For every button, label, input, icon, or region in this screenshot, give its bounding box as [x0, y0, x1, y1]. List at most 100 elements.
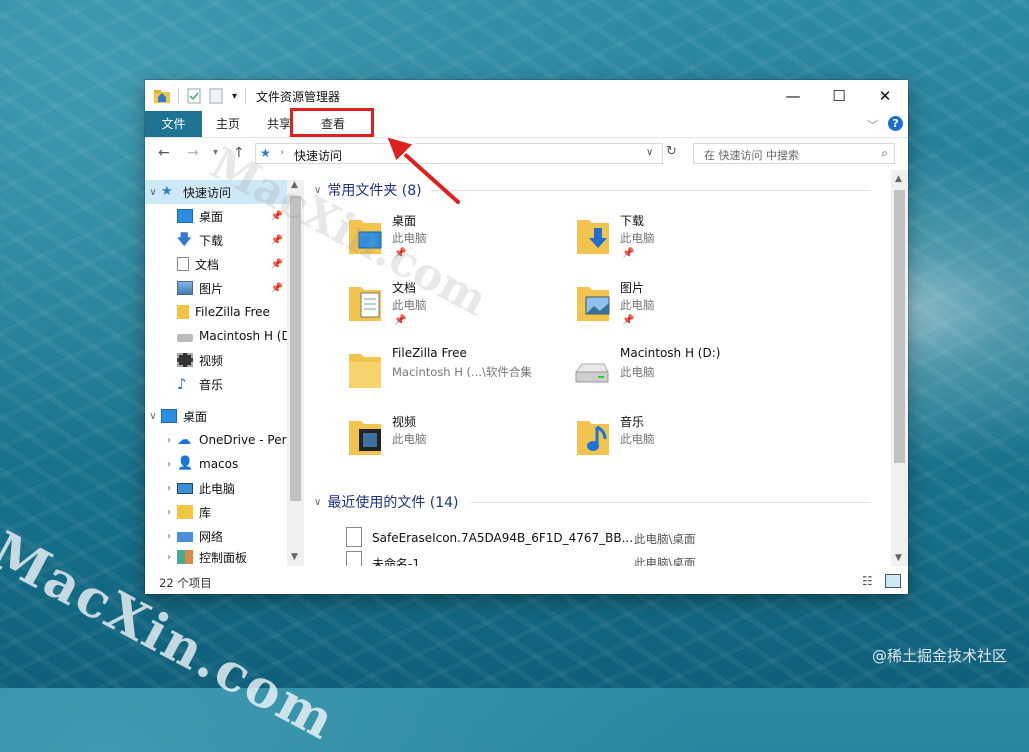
- search-box[interactable]: 在 快速访问 中搜索 ⌕: [693, 143, 895, 164]
- close-button[interactable]: ✕: [862, 80, 908, 111]
- recent-file-row[interactable]: 未命名-1 此电脑\桌面: [344, 551, 864, 566]
- tile-location: 此电脑: [620, 298, 655, 312]
- tile-location: 此电脑: [620, 365, 655, 379]
- recent-file-name: 未命名-1: [372, 557, 420, 566]
- minimize-button[interactable]: —: [770, 80, 816, 111]
- recent-file-location: 此电脑\桌面: [634, 532, 696, 546]
- tile-name: 下载: [620, 214, 645, 228]
- nav-item-libraries[interactable]: › 库: [145, 500, 287, 524]
- computer-icon: [177, 482, 193, 494]
- maximize-button[interactable]: ☐: [816, 80, 862, 111]
- tile-desktop[interactable]: 桌面 此电脑 📌: [344, 210, 564, 268]
- scroll-down-icon[interactable]: ▼: [291, 552, 298, 562]
- title-bar: ▾ 文件资源管理器 — ☐ ✕: [145, 80, 908, 111]
- nav-item-label: 此电脑: [199, 481, 236, 496]
- window-title: 文件资源管理器: [256, 90, 341, 104]
- tile-location: 此电脑: [620, 231, 655, 245]
- nav-item-macintosh-drive[interactable]: Macintosh H (D:: [145, 324, 287, 348]
- expand-ribbon-icon[interactable]: ﹀: [867, 117, 878, 133]
- collapse-chevron-icon[interactable]: ›: [161, 459, 177, 470]
- scroll-down-icon[interactable]: ▼: [895, 553, 902, 563]
- pin-icon: 📌: [270, 258, 283, 270]
- tile-filezilla[interactable]: FileZilla Free Macintosh H (...\软件合集: [344, 344, 564, 402]
- recent-files-header[interactable]: ∨ 最近使用的文件 (14): [314, 492, 459, 512]
- group-chevron-icon[interactable]: ∨: [314, 497, 321, 508]
- nav-item-desktop-root[interactable]: ∨ 桌面: [145, 404, 287, 428]
- tab-home[interactable]: 主页: [205, 111, 251, 137]
- nav-item-label: 控制面板: [199, 550, 248, 565]
- nav-item-downloads[interactable]: 🡇 下载 📌: [145, 228, 287, 252]
- file-explorer-window: ▾ 文件资源管理器 — ☐ ✕ 文件 主页 共享 查看 ﹀ ? ← → ▾ ↑ …: [145, 80, 908, 594]
- nav-item-videos[interactable]: 视频: [145, 348, 287, 372]
- toolbar-divider: [178, 88, 179, 104]
- nav-item-pictures[interactable]: 图片 📌: [145, 276, 287, 300]
- video-icon: [177, 353, 193, 367]
- pin-icon: 📌: [622, 315, 635, 326]
- collapse-chevron-icon[interactable]: ›: [161, 531, 177, 542]
- tile-videos[interactable]: 视频 此电脑: [344, 411, 564, 469]
- star-icon: ★: [161, 184, 173, 199]
- nav-item-onedrive[interactable]: › ☁ OneDrive - Per: [145, 428, 287, 452]
- nav-item-this-pc[interactable]: › 此电脑: [145, 476, 287, 500]
- maximize-icon: ☐: [832, 86, 846, 105]
- tile-location: Macintosh H (...\软件合集: [392, 365, 532, 379]
- expand-chevron-icon[interactable]: ∨: [145, 187, 161, 198]
- scroll-up-icon[interactable]: ▲: [895, 174, 902, 184]
- music-folder-icon: [577, 421, 609, 455]
- nav-item-control-panel[interactable]: › 控制面板: [145, 548, 287, 566]
- tile-pictures[interactable]: 图片 此电脑 📌: [572, 277, 792, 335]
- collapse-chevron-icon[interactable]: ›: [161, 552, 177, 563]
- content-scrollbar[interactable]: ▲ ▼: [891, 170, 908, 566]
- nav-item-music[interactable]: ♪ 音乐: [145, 372, 287, 396]
- navigation-pane: ∨ ★ 快速访问 桌面 📌 🡇 下载 📌 文档 📌 图片 📌 FileZilla…: [145, 180, 304, 566]
- address-history-chevron-icon[interactable]: ∨: [646, 147, 653, 158]
- help-icon[interactable]: ?: [888, 116, 903, 131]
- tab-file[interactable]: 文件: [145, 111, 202, 137]
- download-folder-icon: [577, 220, 609, 254]
- scroll-up-icon[interactable]: ▲: [291, 180, 298, 190]
- tile-location: 此电脑: [392, 298, 427, 312]
- recent-file-row[interactable]: SafeEraseIcon.7A5DA94B_6F1D_4767_BB... 此…: [344, 527, 864, 549]
- recent-locations-chevron-icon[interactable]: ▾: [213, 147, 218, 158]
- nav-item-filezilla[interactable]: FileZilla Free: [145, 300, 287, 324]
- content-scrollbar-thumb[interactable]: [894, 190, 905, 463]
- nav-item-network[interactable]: › 网络: [145, 524, 287, 548]
- user-icon: 👤: [177, 456, 194, 471]
- back-arrow-icon[interactable]: ←: [158, 145, 170, 161]
- collapse-chevron-icon[interactable]: ›: [161, 435, 177, 446]
- file-icon: [346, 551, 362, 566]
- nav-item-label: Macintosh H (D:: [199, 329, 287, 343]
- group-chevron-icon[interactable]: ∨: [314, 185, 321, 196]
- breadcrumb-chevron-icon[interactable]: ›: [280, 147, 284, 158]
- collapse-chevron-icon[interactable]: ›: [161, 483, 177, 494]
- nav-item-desktop[interactable]: 桌面 📌: [145, 204, 287, 228]
- recent-file-name: SafeEraseIcon.7A5DA94B_6F1D_4767_BB...: [372, 531, 634, 545]
- nav-item-user[interactable]: › 👤 macos: [145, 452, 287, 476]
- address-path: 快速访问: [294, 149, 343, 163]
- tile-name: 桌面: [392, 214, 417, 228]
- up-arrow-icon[interactable]: ↑: [233, 145, 245, 161]
- tile-music[interactable]: 音乐 此电脑: [572, 411, 792, 469]
- large-icons-view-icon[interactable]: [885, 574, 901, 588]
- library-icon: [177, 505, 193, 519]
- tile-documents[interactable]: 文档 此电脑 📌: [344, 277, 564, 335]
- properties-icon[interactable]: [186, 88, 202, 104]
- refresh-icon[interactable]: ↻: [666, 144, 677, 159]
- tile-macintosh-drive[interactable]: Macintosh H (D:) 此电脑: [572, 344, 792, 402]
- new-folder-icon[interactable]: [208, 88, 224, 104]
- tile-location: 此电脑: [392, 231, 427, 245]
- nav-item-documents[interactable]: 文档 📌: [145, 252, 287, 276]
- folder-icon: [177, 305, 189, 319]
- tile-downloads[interactable]: 下载 此电脑 📌: [572, 210, 792, 268]
- nav-item-quick-access[interactable]: ∨ ★ 快速访问: [145, 180, 287, 204]
- nav-item-label: 下载: [199, 233, 224, 248]
- content-pane: ∨ 常用文件夹 (8) 桌面 此电脑 📌 下载 此电脑 📌 文档 此电脑 📌 图…: [300, 170, 891, 566]
- pictures-icon: [177, 281, 193, 295]
- nav-item-label: 视频: [199, 353, 224, 368]
- recent-files-title: 最近使用的文件 (14): [327, 495, 459, 511]
- collapse-chevron-icon[interactable]: ›: [161, 507, 177, 518]
- forward-arrow-icon[interactable]: →: [187, 145, 199, 161]
- expand-chevron-icon[interactable]: ∨: [145, 411, 161, 422]
- details-view-icon[interactable]: ☷: [862, 574, 873, 588]
- customize-toolbar-chevron-icon[interactable]: ▾: [232, 91, 237, 102]
